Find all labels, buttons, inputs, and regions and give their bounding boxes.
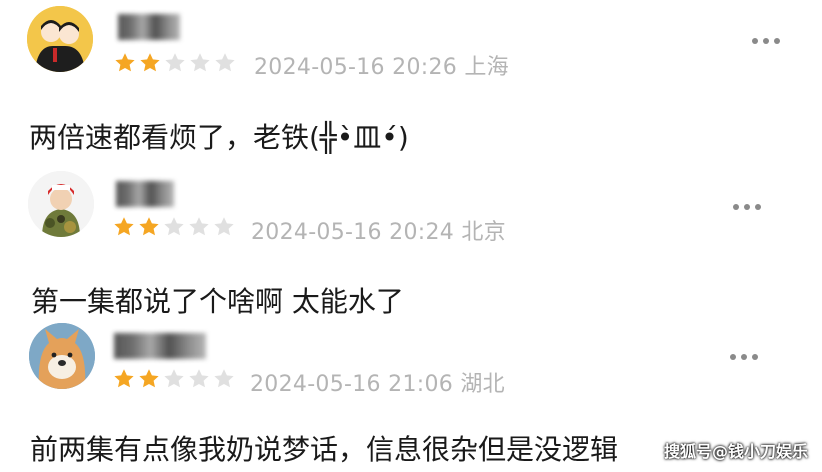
star-empty-icon <box>187 215 211 239</box>
review-date: 2024-05-16 21:06 <box>250 372 454 397</box>
star-empty-icon <box>187 367 211 391</box>
review-comment: 第一集都说了个啥啊 太能水了 <box>31 285 404 318</box>
star-filled-icon <box>137 215 161 239</box>
review-date: 2024-05-16 20:26 <box>254 55 458 80</box>
review-meta: 2024-05-16 21:06 湖北 <box>250 366 505 398</box>
rating-stars <box>112 215 236 239</box>
review-location: 上海 <box>464 55 509 80</box>
avatar[interactable] <box>27 6 93 72</box>
watermark: 搜狐号@钱小刀娱乐 <box>663 442 808 461</box>
cartoon-couple-avatar-icon <box>27 6 93 72</box>
review-comment: 两倍速都看烦了，老铁(╬•̀皿•́) <box>29 121 409 154</box>
rating-stars <box>112 367 236 391</box>
rating-stars <box>113 51 237 75</box>
review-meta: 2024-05-16 20:26 上海 <box>254 49 509 81</box>
username-blurred <box>116 181 174 207</box>
more-options-icon[interactable] <box>733 202 761 212</box>
star-empty-icon <box>212 367 236 391</box>
review-date: 2024-05-16 20:24 <box>251 220 455 245</box>
star-empty-icon <box>163 51 187 75</box>
username-blurred <box>118 14 180 40</box>
avatar[interactable] <box>28 171 94 237</box>
shiba-dog-avatar-icon <box>29 323 95 389</box>
star-empty-icon <box>162 215 186 239</box>
star-filled-icon <box>138 51 162 75</box>
avatar[interactable] <box>29 323 95 389</box>
star-filled-icon <box>112 215 136 239</box>
review-location: 北京 <box>461 220 506 245</box>
kid-in-red-cap-avatar-icon <box>28 171 94 237</box>
review-location: 湖北 <box>460 372 505 397</box>
more-options-icon[interactable] <box>730 352 758 362</box>
star-filled-icon <box>137 367 161 391</box>
username-blurred <box>114 333 206 359</box>
star-empty-icon <box>162 367 186 391</box>
star-empty-icon <box>213 51 237 75</box>
star-filled-icon <box>113 51 137 75</box>
star-empty-icon <box>212 215 236 239</box>
more-options-icon[interactable] <box>752 36 780 46</box>
star-filled-icon <box>112 367 136 391</box>
review-meta: 2024-05-16 20:24 北京 <box>251 214 506 246</box>
star-empty-icon <box>188 51 212 75</box>
review-comment: 前两集有点像我奶说梦话，信息很杂但是没逻辑 <box>30 433 619 466</box>
